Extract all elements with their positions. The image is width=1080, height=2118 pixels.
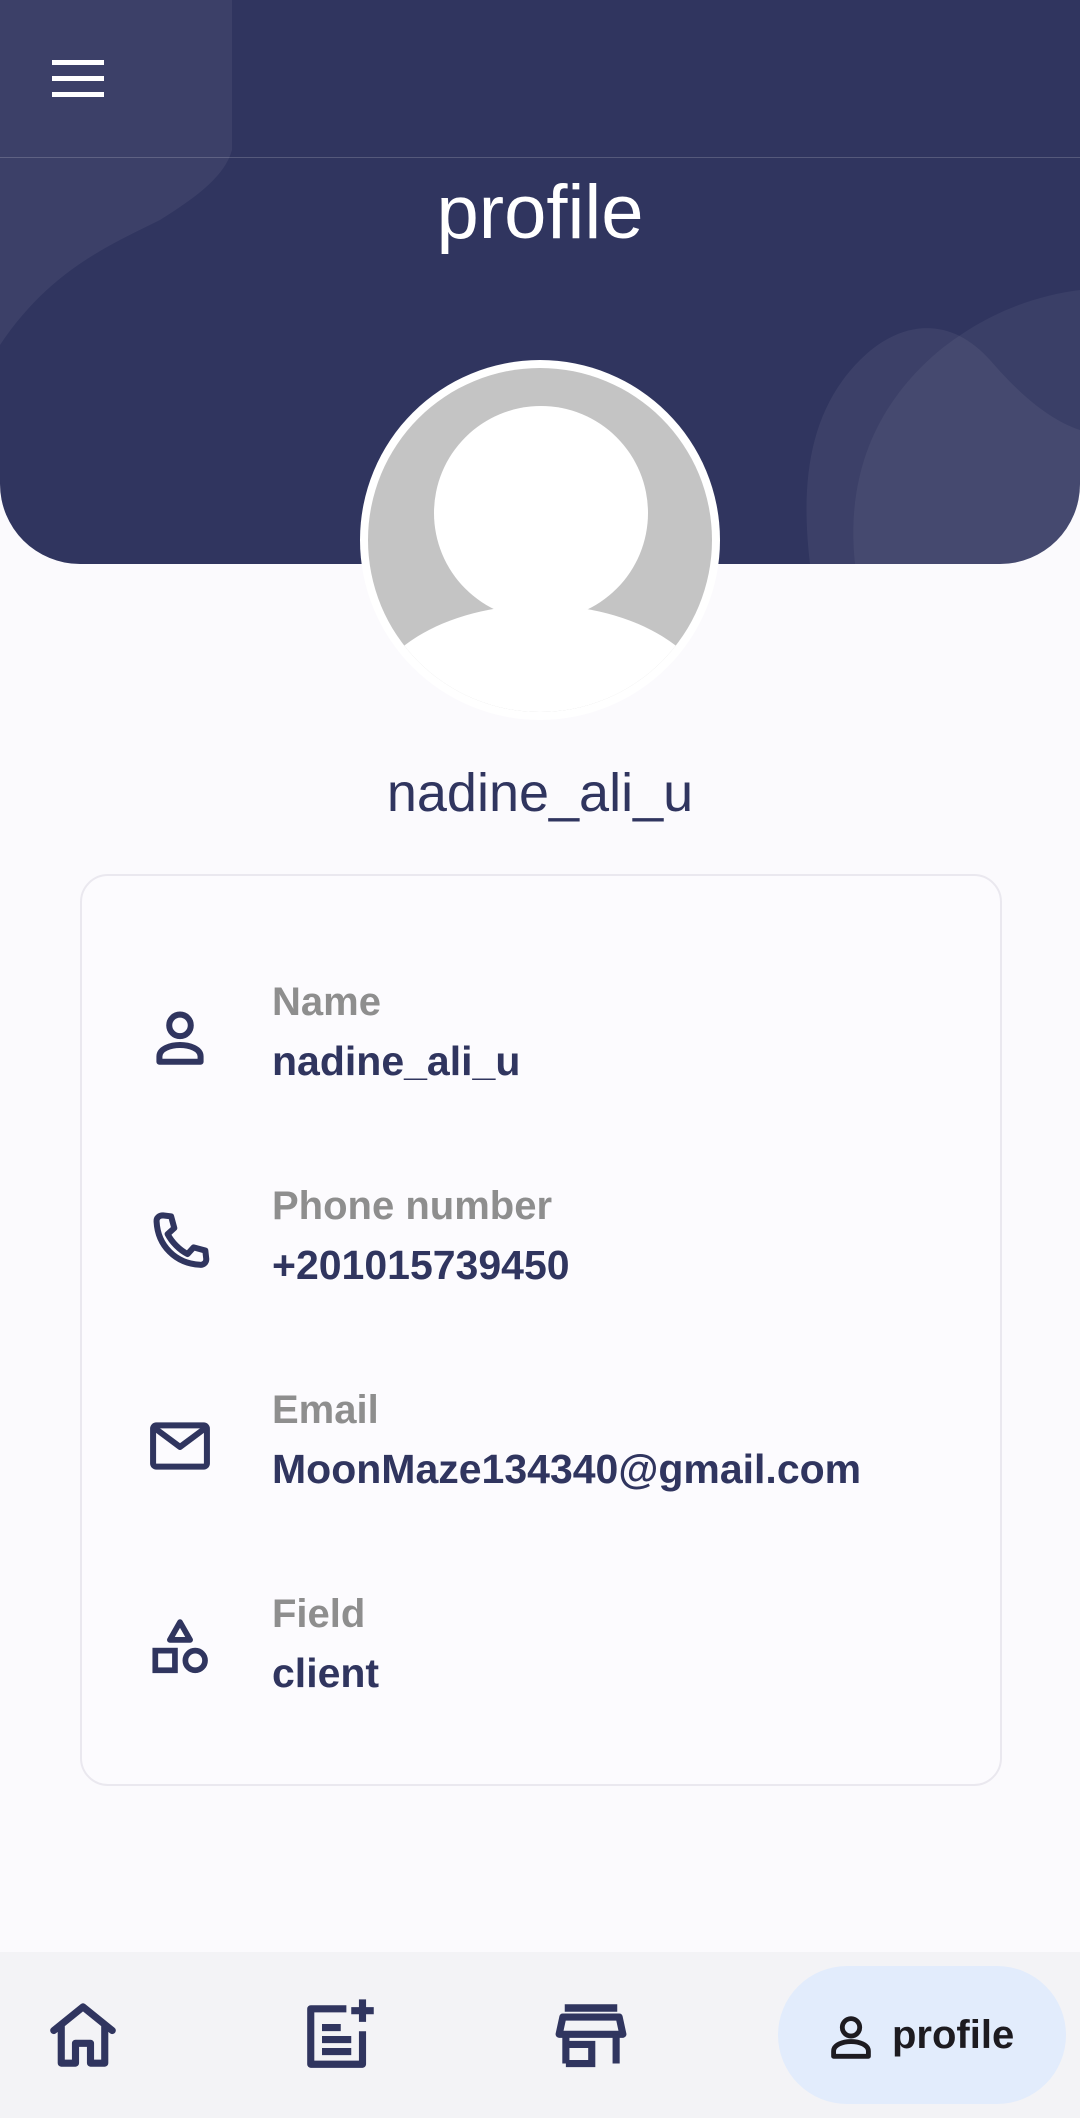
phone-icon	[153, 1212, 210, 1268]
default-avatar-icon	[368, 368, 712, 712]
nav-profile[interactable]: profile	[778, 1966, 1066, 2104]
nav-home[interactable]	[38, 1990, 128, 2080]
name-row: Name nadine_ali_u	[82, 968, 1000, 1108]
bottom-navigation: profile	[0, 1952, 1080, 2118]
email-icon	[150, 1422, 210, 1470]
profile-username: nadine_ali_u	[386, 763, 694, 823]
person-icon	[156, 1011, 204, 1065]
avatar[interactable]	[360, 360, 720, 720]
nav-store[interactable]	[546, 1990, 636, 2080]
row-label: Email	[272, 1388, 379, 1432]
field-row: Field client	[82, 1580, 1000, 1720]
email-row: Email MoonMaze134340@gmail.com	[82, 1376, 1000, 1516]
page-title: profile	[436, 170, 644, 255]
row-label: Phone number	[272, 1184, 553, 1228]
menu-icon	[52, 60, 104, 97]
home-icon	[50, 2003, 116, 2067]
profile-details-card: Name nadine_ali_u Phone number +20101573…	[80, 874, 1002, 1786]
person-icon	[831, 2016, 871, 2059]
store-icon	[555, 2004, 627, 2068]
row-value: MoonMaze134340@gmail.com	[272, 1446, 862, 1492]
app-bar	[0, 0, 1080, 158]
add-post-icon	[307, 1999, 374, 2068]
nav-new-post[interactable]	[292, 1990, 382, 2080]
row-value: +201015739450	[272, 1242, 570, 1288]
row-label: Field	[272, 1592, 366, 1636]
menu-button[interactable]	[38, 50, 118, 110]
row-value: nadine_ali_u	[272, 1038, 521, 1084]
shapes-icon	[152, 1619, 208, 1674]
row-value: client	[272, 1650, 380, 1696]
nav-profile-label: profile	[892, 2013, 1015, 2057]
row-label: Name	[272, 980, 381, 1024]
phone-row: Phone number +201015739450	[82, 1172, 1000, 1312]
